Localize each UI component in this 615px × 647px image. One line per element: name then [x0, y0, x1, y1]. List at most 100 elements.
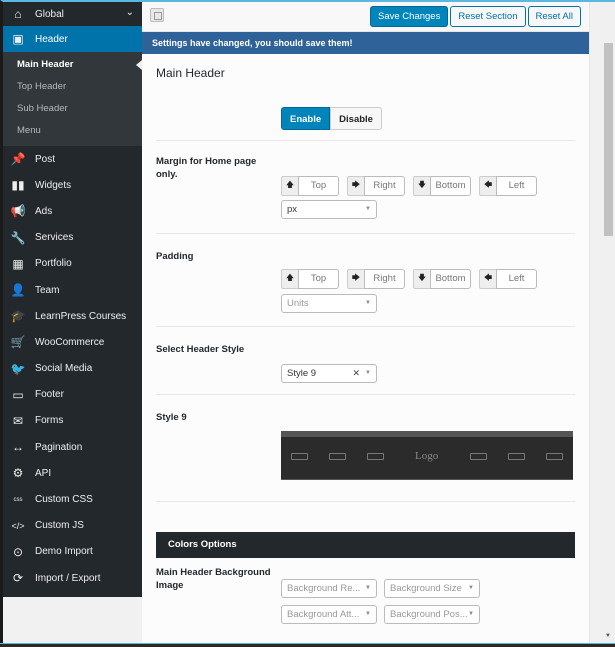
field-style-preview: Style 9 Logo — [156, 395, 575, 502]
twitter-icon: 🐦 — [10, 361, 26, 376]
caret-down-icon: ▼ — [468, 611, 474, 617]
sidebar-item-label: Widgets — [35, 179, 72, 191]
sidebar-item-services[interactable]: 🔧 Services — [3, 225, 142, 251]
arrow-right-icon: 🡆 — [347, 269, 364, 289]
sidebar-item-portfolio[interactable]: ▦ Portfolio — [3, 251, 142, 277]
padding-left-input[interactable]: Left — [496, 269, 537, 289]
nav-placeholder — [367, 453, 384, 460]
arrow-right-icon: 🡆 — [347, 176, 364, 196]
margin-bottom-field[interactable]: 🡇 Bottom — [413, 176, 471, 196]
expand-options-icon[interactable] — [150, 8, 164, 22]
select-value: px — [287, 204, 298, 215]
background-size-select[interactable]: Background Size ▼ — [384, 579, 480, 598]
sidebar-item-custom-js[interactable]: </> Custom JS — [3, 513, 142, 539]
padding-left-field[interactable]: 🡄 Left — [479, 269, 537, 289]
pin-icon: 📌 — [10, 152, 26, 167]
sidebar-item-woocommerce[interactable]: 🛒 WooCommerce — [3, 329, 142, 355]
vertical-scrollbar[interactable]: ▼ — [600, 2, 615, 643]
sidebar-item-label: WooCommerce — [35, 336, 105, 348]
sidebar-item-label: Footer — [35, 389, 64, 401]
margin-top-field[interactable]: 🡅 Top — [281, 176, 339, 196]
widgets-icon: ▮▮ — [11, 178, 25, 193]
sidebar-item-label: Portfolio — [35, 258, 72, 270]
margin-bottom-input[interactable]: Bottom — [430, 176, 471, 196]
arrow-left-icon: 🡄 — [479, 269, 496, 289]
enable-option[interactable]: Enable — [281, 107, 331, 130]
header-style-select[interactable]: Style 9 ✕ ▼ — [281, 364, 377, 383]
preview-logo: Logo — [415, 450, 439, 462]
scroll-down-arrow-icon[interactable]: ▼ — [605, 633, 611, 639]
margin-left-input[interactable]: Left — [496, 176, 537, 196]
settings-changed-notice: Settings have changed, you should save t… — [142, 32, 589, 54]
sidebar-item-demo-import[interactable]: ⊙ Demo Import — [3, 539, 142, 565]
select-placeholder: Units — [287, 298, 309, 309]
field-margin: Margin for Home page only. 🡅 Top 🡆 Right 🡇… — [156, 141, 575, 234]
sidebar-item-label: Custom CSS — [35, 494, 93, 506]
disable-option[interactable]: Disable — [330, 107, 382, 130]
sidebar-item-label: Global — [35, 8, 64, 20]
field-label: Select Header Style — [156, 344, 245, 355]
arrows-horizontal-icon: ↔ — [12, 440, 24, 455]
sidebar-item-api[interactable]: ⚙ API — [3, 460, 142, 486]
margin-top-input[interactable]: Top — [298, 176, 339, 196]
sidebar-item-header[interactable]: ▣ Header — [3, 26, 142, 52]
sidebar-item-widgets[interactable]: ▮▮ Widgets — [3, 172, 142, 198]
sidebar-item-ads[interactable]: 📢 Ads — [3, 198, 142, 224]
background-repeat-select[interactable]: Background Re... ▼ — [281, 579, 377, 598]
caret-down-icon: ▼ — [365, 370, 371, 376]
sidebar-item-footer[interactable]: ▭ Footer — [3, 382, 142, 408]
sidebar-item-import-export[interactable]: ⟳ Import / Export — [3, 565, 142, 591]
caret-down-icon: ▼ — [365, 300, 371, 306]
background-attachment-select[interactable]: Background Att... ▼ — [281, 605, 377, 624]
field-header-style: Select Header Style Style 9 ✕ ▼ — [156, 327, 575, 395]
scrollbar-thumb[interactable] — [604, 43, 613, 236]
header-style-preview: Logo — [281, 431, 573, 480]
sidebar-item-label: Forms — [35, 415, 64, 427]
arrow-up-icon: 🡅 — [281, 176, 298, 196]
padding-top-field[interactable]: 🡅 Top — [281, 269, 339, 289]
caret-down-icon: ▼ — [468, 585, 474, 591]
options-panel: Save Changes Reset Section Reset All Set… — [142, 2, 590, 643]
margin-unit-select[interactable]: px ▼ — [281, 200, 377, 219]
background-position-select[interactable]: Background Pos... ▼ — [384, 605, 480, 624]
enable-toggle[interactable]: Enable Disable — [281, 107, 382, 130]
submenu-item-menu[interactable]: Menu — [3, 120, 142, 142]
sidebar-item-post[interactable]: 📌 Post — [3, 146, 142, 172]
section-title: Main Header — [156, 66, 225, 80]
padding-unit-select[interactable]: Units ▼ — [281, 294, 377, 313]
css-icon: css — [13, 496, 23, 503]
sidebar-item-team[interactable]: 👤 Team — [3, 277, 142, 303]
margin-right-field[interactable]: 🡆 Right — [347, 176, 405, 196]
padding-right-input[interactable]: Right — [364, 269, 405, 289]
padding-bottom-field[interactable]: 🡇 Bottom — [413, 269, 471, 289]
sidebar-item-social-media[interactable]: 🐦 Social Media — [3, 356, 142, 382]
megaphone-icon: 📢 — [10, 204, 26, 219]
gears-icon: ⚙ — [12, 466, 24, 481]
caret-down-icon: ▼ — [365, 585, 371, 591]
sidebar-item-pagination[interactable]: ↔ Pagination — [3, 434, 142, 460]
field-label: Main Header Background Image — [156, 567, 271, 591]
margin-right-input[interactable]: Right — [364, 176, 405, 196]
sidebar-item-custom-css[interactable]: css Custom CSS — [3, 486, 142, 512]
sidebar-item-learnpress-courses[interactable]: 🎓 LearnPress Courses — [3, 303, 142, 329]
chevron-down-icon[interactable]: ⌄ — [126, 7, 134, 18]
padding-bottom-input[interactable]: Bottom — [430, 269, 471, 289]
caret-down-icon: ▼ — [365, 611, 371, 617]
submenu-item-main-header[interactable]: Main Header — [3, 54, 142, 76]
taskbar-edge — [0, 643, 615, 647]
reset-section-button[interactable]: Reset Section — [450, 6, 526, 27]
field-padding: Padding 🡅 Top 🡆 Right 🡇 Bottom 🡄 Left Units ▼ — [156, 234, 575, 327]
save-changes-button[interactable]: Save Changes — [370, 6, 449, 27]
arrow-down-icon: 🡇 — [413, 176, 430, 196]
clear-icon[interactable]: ✕ — [352, 365, 360, 382]
sidebar-item-global[interactable]: ⌂ Global ⌄ — [3, 2, 142, 26]
home-icon: ⌂ — [14, 7, 22, 21]
submenu-item-top-header[interactable]: Top Header — [3, 76, 142, 98]
submenu-item-sub-header[interactable]: Sub Header — [3, 98, 142, 120]
padding-right-field[interactable]: 🡆 Right — [347, 269, 405, 289]
nav-placeholder — [508, 453, 525, 460]
sidebar-item-forms[interactable]: ✉ Forms — [3, 408, 142, 434]
margin-left-field[interactable]: 🡄 Left — [479, 176, 537, 196]
padding-top-input[interactable]: Top — [298, 269, 339, 289]
reset-all-button[interactable]: Reset All — [527, 6, 581, 27]
